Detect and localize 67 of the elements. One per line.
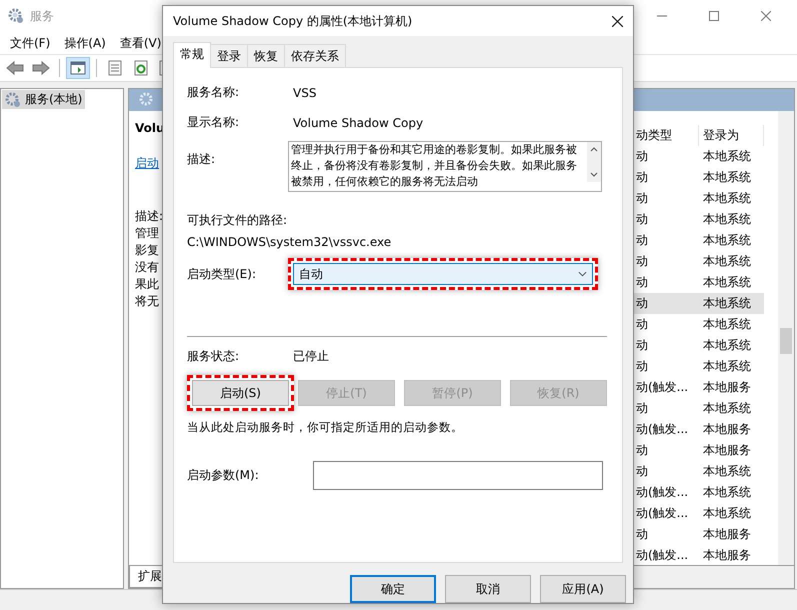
field-label: 服务状态: [187, 348, 240, 365]
back-icon[interactable] [4, 58, 26, 78]
field-value: Volume Shadow Copy [293, 116, 424, 130]
service-row[interactable]: 动(触发... 本地系统 [634, 482, 764, 503]
tree-label: 服务(本地) [25, 91, 82, 108]
description-text: 没有 [135, 259, 159, 276]
dialog-button[interactable]: 确定 [350, 575, 436, 603]
service-row[interactable]: 动 本地系统 [634, 314, 764, 335]
service-row[interactable]: 动 本地系统 [634, 209, 764, 230]
field-label: 可执行文件的路径: [187, 212, 288, 229]
window-title: 服务 [30, 8, 54, 24]
close-icon[interactable] [612, 16, 623, 26]
service-row[interactable]: 动 本地系统 [634, 146, 764, 167]
tab[interactable]: 依存关系 [284, 44, 346, 68]
description-box[interactable]: 管理并执行用于备份和其它用途的卷影复制。如果此服务被终止，备份将没有卷影复制，并且备份会失败。如果此服务被禁用，任何依赖它的服务将无法启动 [288, 141, 602, 192]
service-row[interactable]: 动 本地系统 [634, 335, 764, 356]
field-label: 显示名称: [187, 114, 240, 131]
service-button[interactable]: 启动(S) [192, 380, 289, 406]
service-row[interactable]: 动 本地系统 [634, 398, 764, 419]
parameters-input[interactable] [313, 461, 603, 490]
maximize-icon[interactable] [709, 11, 719, 21]
service-row[interactable]: 动 本地系统 [634, 272, 764, 293]
menu-item[interactable]: 查看(V) [120, 34, 162, 52]
caret-icon [578, 271, 587, 277]
dialog-button[interactable]: 应用(A) [540, 575, 626, 603]
service-row[interactable]: 动 本地系统 [634, 188, 764, 209]
hint-text: 当从此处启动服务时，你可指定所适用的启动参数。 [187, 420, 464, 435]
service-row[interactable]: 动 本地系统 [634, 356, 764, 377]
field-label: 启动类型(E): [187, 266, 257, 282]
console-icon[interactable] [67, 58, 89, 78]
service-row[interactable]: 动 本地系统 [634, 461, 764, 482]
service-row[interactable]: 动 本地系统 [634, 230, 764, 251]
field-label: 描述: [187, 151, 216, 168]
field-label: 启动参数(M): [187, 467, 260, 484]
service-row[interactable]: 动 本地服务 [634, 440, 764, 461]
scrollbar[interactable] [778, 111, 794, 565]
service-row[interactable]: 动 本地系统 [634, 167, 764, 188]
service-row[interactable]: 动(触发... 本地服务 [634, 377, 764, 398]
description-text: 将无 [135, 293, 159, 310]
field-value: VSS [293, 86, 316, 100]
startup-type-dropdown[interactable]: 自动 [293, 263, 593, 285]
dialog-button[interactable]: 取消 [445, 575, 531, 603]
service-row[interactable]: 动 本地服务 [634, 524, 764, 545]
description-text: 果此 [135, 276, 159, 293]
gear-icon [139, 92, 155, 108]
service-row[interactable]: 动(触发... 本地服务 [634, 419, 764, 440]
field-label: 服务名称: [187, 84, 240, 101]
service-row[interactable]: 动 本地系统 [634, 251, 764, 272]
service-row[interactable]: 动 本地系统 [634, 293, 764, 314]
start-link[interactable]: 启动 [135, 155, 159, 172]
description-text: 影复 [135, 242, 159, 259]
gear-icon [8, 8, 24, 24]
tree-item[interactable]: 服务(本地) [2, 90, 86, 109]
menu-item[interactable]: 操作(A) [64, 34, 106, 52]
dialog-title: Volume Shadow Copy 的属性(本地计算机) [173, 12, 414, 30]
menu-item[interactable]: 文件(F) [10, 34, 50, 52]
service-row[interactable]: 动(触发... 本地系统 [634, 503, 764, 524]
status-value: 已停止 [293, 348, 329, 365]
description-label: 描述: [135, 208, 164, 225]
tab[interactable]: 常规 [173, 42, 211, 68]
gear-icon [5, 92, 21, 108]
scroll-arrows-icon[interactable] [587, 142, 601, 182]
service-row[interactable]: 动(触发... 本地服务 [634, 545, 764, 566]
description-text: 管理 [135, 225, 159, 242]
column-header[interactable]: 登录为 [698, 125, 764, 146]
path-value: C:\WINDOWS\system32\vssvc.exe [187, 235, 392, 249]
forward-icon[interactable] [30, 58, 52, 78]
